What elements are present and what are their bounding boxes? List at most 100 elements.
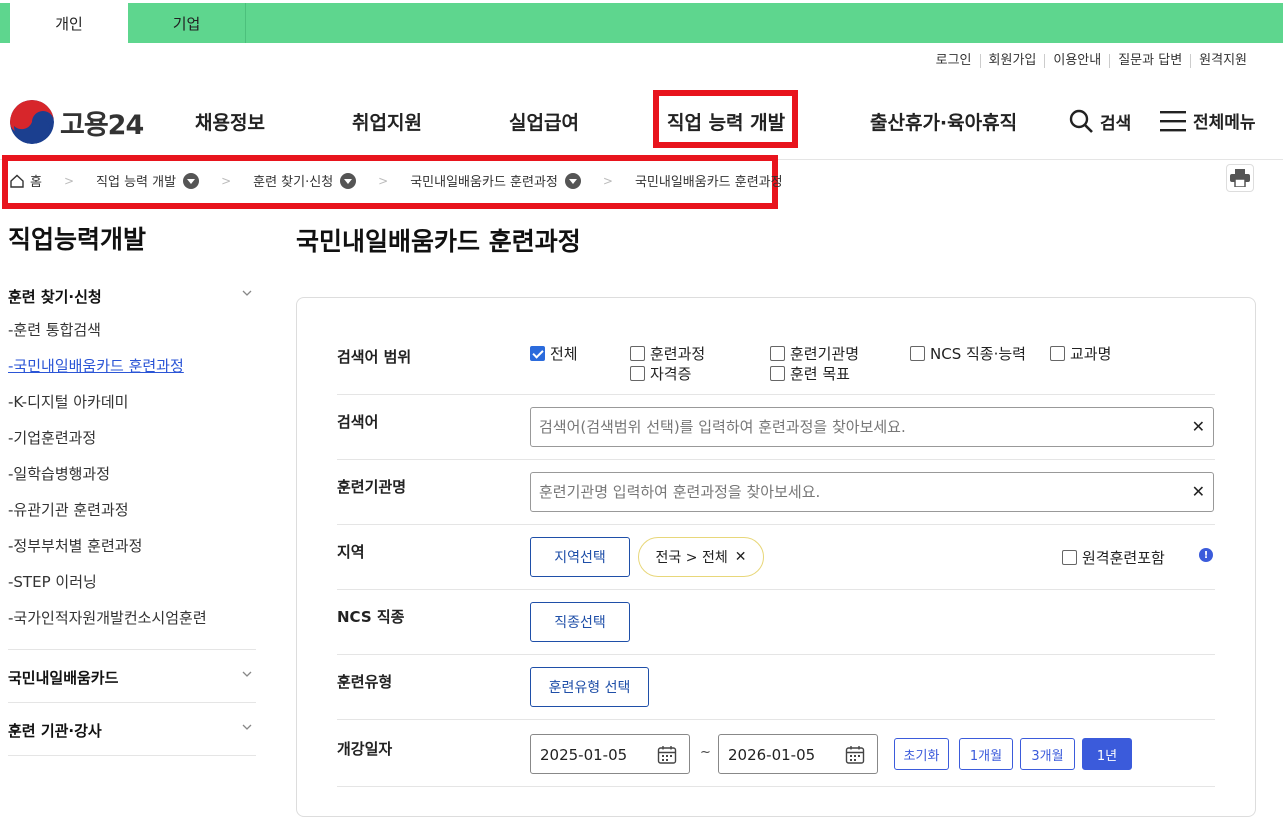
top-tab-bar: 개인 기업 [0, 3, 1283, 43]
nav-parental-leave[interactable]: 출산휴가·육아휴직 [870, 108, 1017, 135]
page-title: 국민내일배움카드 훈련과정 [296, 227, 581, 256]
sidebar-item-learning-card[interactable]: -국민내일배움카드 훈련과정 [8, 356, 207, 392]
qna-link[interactable]: 질문과 답변 [1109, 54, 1190, 68]
institution-input[interactable] [539, 473, 1179, 511]
checkbox-icon [1050, 346, 1065, 361]
guide-link[interactable]: 이용안내 [1044, 54, 1109, 68]
breadcrumb-home[interactable]: 홈 [30, 171, 42, 190]
row-divider [337, 654, 1215, 655]
scope-all-checkbox[interactable]: 전체 [530, 343, 578, 364]
scope-license-checkbox[interactable]: 자격증 [630, 363, 691, 384]
scope-goal-checkbox[interactable]: 훈련 목표 [770, 363, 850, 384]
sidebar-item-k-digital[interactable]: -K-디지털 아카데미 [8, 392, 207, 428]
print-button[interactable] [1226, 164, 1254, 192]
row-divider [337, 459, 1215, 460]
row-divider [337, 394, 1215, 395]
clear-icon[interactable]: ✕ [1192, 417, 1205, 436]
keyword-input[interactable] [539, 408, 1179, 446]
dropdown-icon[interactable] [183, 172, 200, 189]
full-menu-button[interactable]: 전체메뉴 [1160, 108, 1256, 133]
checkbox-label: 전체 [550, 345, 578, 363]
institution-field: ✕ [530, 472, 1214, 512]
clear-icon[interactable]: ✕ [1192, 482, 1205, 501]
date-to-field[interactable]: 2026-01-05 [718, 734, 878, 774]
calendar-icon[interactable] [845, 745, 865, 765]
sidebar-title: 직업능력개발 [8, 225, 147, 254]
chevron-down-icon [242, 724, 252, 730]
dropdown-icon[interactable] [340, 172, 357, 189]
scope-ncs-checkbox[interactable]: NCS 직종·능력 [910, 343, 1026, 364]
checkbox-icon [630, 366, 645, 381]
nav-employment-support[interactable]: 취업지원 [352, 108, 422, 135]
sidebar-item-consortium[interactable]: -국가인적자원개발컨소시엄훈련 [8, 608, 207, 644]
calendar-icon[interactable] [657, 745, 677, 765]
sidebar-divider [8, 755, 256, 756]
login-link[interactable]: 로그인 [928, 54, 980, 68]
start-date-label: 개강일자 [337, 740, 393, 758]
checkbox-icon [910, 346, 925, 361]
training-type-button[interactable]: 훈련유형 선택 [530, 667, 649, 707]
chevron-right-icon: > [602, 173, 613, 188]
checkbox-label: 원격훈련포함 [1082, 549, 1165, 567]
one-month-button[interactable]: 1개월 [959, 738, 1013, 770]
remote-training-checkbox[interactable]: 원격훈련포함 [1062, 547, 1165, 568]
sidebar-item-integrated-search[interactable]: -훈련 통합검색 [8, 320, 207, 356]
checkbox-checked-icon [530, 346, 545, 361]
sidebar-section-training-search[interactable]: 훈련 찾기·신청 [8, 286, 256, 307]
search-label: 검색 [1100, 113, 1132, 134]
one-year-button[interactable]: 1년 [1082, 738, 1132, 770]
scope-subject-checkbox[interactable]: 교과명 [1050, 343, 1111, 364]
chevron-right-icon: > [378, 173, 389, 188]
institution-label: 훈련기관명 [337, 478, 407, 496]
home-icon[interactable] [10, 174, 24, 188]
sidebar-list: -훈련 통합검색 -국민내일배움카드 훈련과정 -K-디지털 아카데미 -기업훈… [8, 320, 207, 644]
breadcrumb-item[interactable]: 직업 능력 개발 [96, 171, 176, 190]
signup-link[interactable]: 회원가입 [979, 54, 1045, 68]
scope-course-checkbox[interactable]: 훈련과정 [630, 343, 705, 364]
breadcrumb: 홈 > 직업 능력 개발 > 훈련 찾기·신청 > 국민내일배움카드 훈련과정 … [10, 171, 783, 190]
three-month-button[interactable]: 3개월 [1020, 738, 1075, 770]
remote-support-link[interactable]: 원격지원 [1190, 54, 1255, 68]
row-divider [337, 786, 1215, 787]
sidebar-section-label: 훈련 기관·강사 [8, 722, 102, 740]
date-from-field[interactable]: 2025-01-05 [530, 734, 690, 774]
checkbox-label: NCS 직종·능력 [930, 345, 1026, 363]
checkbox-label: 교과명 [1070, 345, 1112, 363]
printer-icon [1230, 169, 1250, 187]
reset-date-button[interactable]: 초기화 [894, 738, 949, 770]
nav-vocational-training[interactable]: 직업 능력 개발 [667, 108, 785, 135]
date-from-value: 2025-01-05 [540, 746, 628, 764]
menu-label: 전체메뉴 [1193, 113, 1256, 133]
breadcrumb-item[interactable]: 훈련 찾기·신청 [253, 171, 333, 190]
training-type-label: 훈련유형 [337, 673, 393, 691]
info-icon[interactable]: ! [1199, 548, 1213, 562]
sidebar-item-related-agency[interactable]: -유관기관 훈련과정 [8, 500, 207, 536]
sidebar-divider [8, 649, 256, 650]
sidebar-item-step[interactable]: -STEP 이러닝 [8, 572, 207, 608]
sidebar-section-institution[interactable]: 훈련 기관·강사 [8, 720, 256, 741]
sidebar-divider [8, 702, 256, 703]
checkbox-icon [770, 366, 785, 381]
row-divider [337, 524, 1215, 525]
checkbox-label: 자격증 [650, 365, 692, 383]
chevron-down-icon [242, 671, 252, 677]
search-button[interactable]: 검색 [1068, 108, 1131, 134]
tab-personal[interactable]: 개인 [10, 3, 128, 43]
nav-jobs[interactable]: 채용정보 [195, 108, 265, 135]
sidebar-section-learning-card[interactable]: 국민내일배움카드 [8, 667, 256, 688]
sidebar-item-government[interactable]: -정부부처별 훈련과정 [8, 536, 207, 572]
close-icon[interactable]: ✕ [735, 549, 747, 565]
breadcrumb-current: 국민내일배움카드 훈련과정 [634, 175, 783, 190]
ncs-select-button[interactable]: 직종선택 [530, 602, 630, 642]
checkbox-icon [770, 346, 785, 361]
checkbox-label: 훈련 목표 [790, 365, 850, 383]
dropdown-icon[interactable] [564, 172, 581, 189]
sidebar-item-company-training[interactable]: -기업훈련과정 [8, 428, 207, 464]
scope-institution-checkbox[interactable]: 훈련기관명 [770, 343, 859, 364]
tab-business[interactable]: 기업 [128, 3, 246, 43]
sidebar-item-work-study[interactable]: -일학습병행과정 [8, 464, 207, 500]
nav-unemployment-benefit[interactable]: 실업급여 [509, 108, 579, 135]
region-select-button[interactable]: 지역선택 [530, 537, 630, 577]
region-chip[interactable]: 전국 > 전체 ✕ [638, 537, 764, 577]
breadcrumb-item[interactable]: 국민내일배움카드 훈련과정 [410, 171, 558, 190]
